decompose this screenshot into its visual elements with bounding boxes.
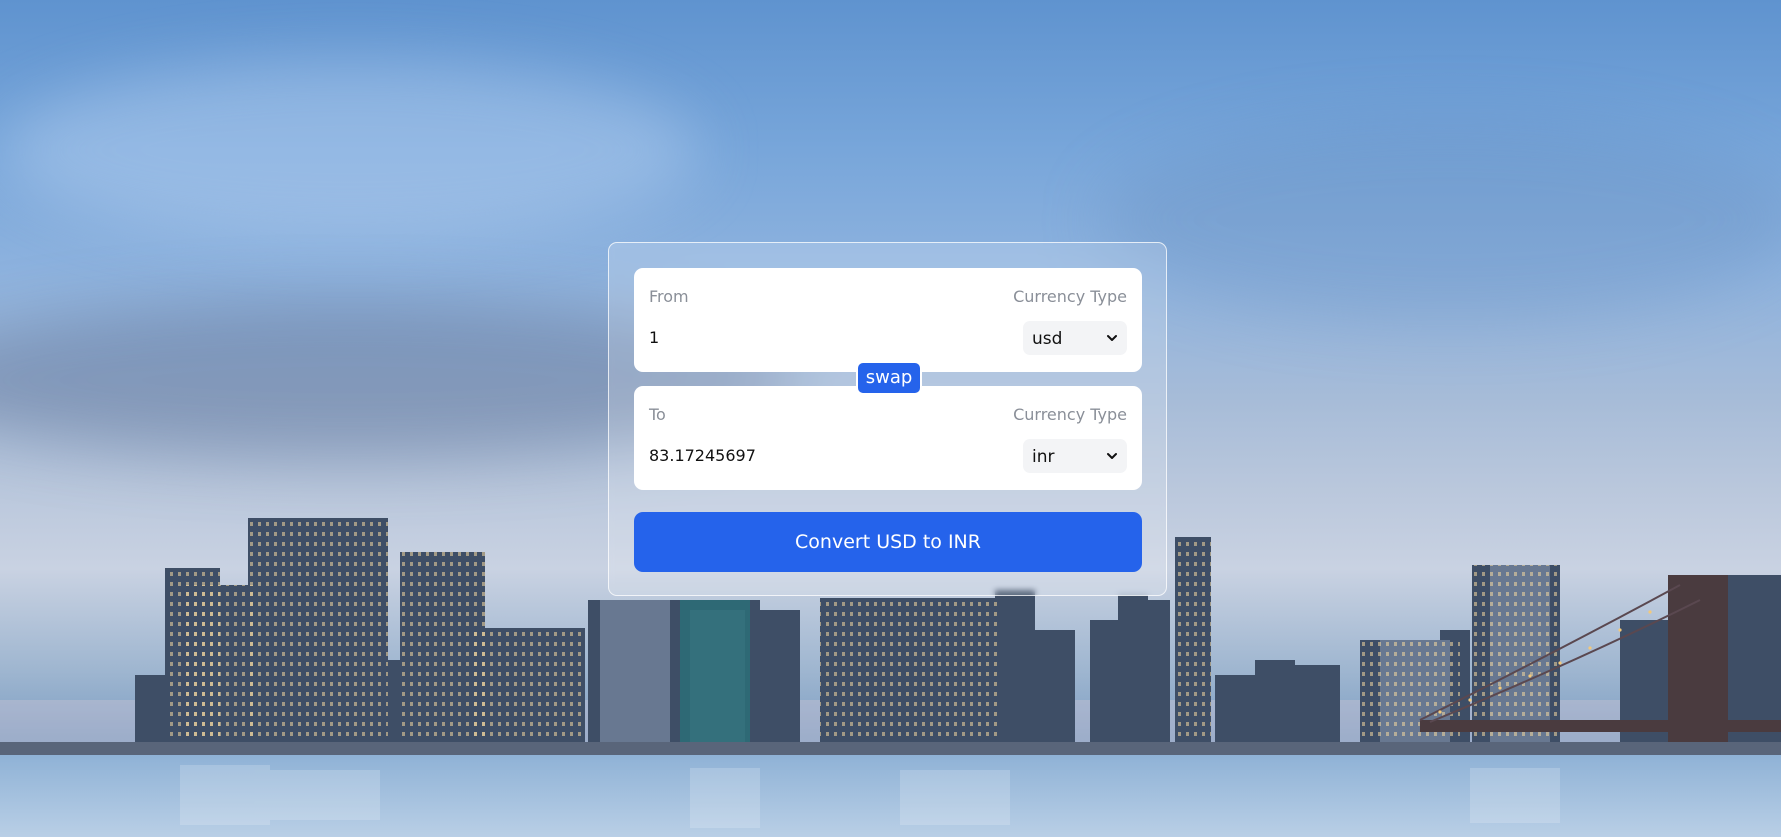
from-amount-input[interactable]: 1: [649, 328, 659, 347]
from-panel: From Currency Type 1 usd: [634, 268, 1142, 372]
from-currency-type-label: Currency Type: [1013, 287, 1127, 306]
chevron-down-icon: [1107, 453, 1117, 459]
to-currency-select[interactable]: inr: [1023, 439, 1127, 473]
to-currency-value: inr: [1032, 447, 1055, 467]
to-amount-field[interactable]: 83.17245697: [649, 446, 756, 465]
to-label: To: [649, 405, 666, 424]
chevron-down-icon: [1107, 335, 1117, 341]
to-panel: To Currency Type 83.17245697 inr: [634, 386, 1142, 490]
to-currency-type-label: Currency Type: [1013, 405, 1127, 424]
from-currency-value: usd: [1032, 329, 1063, 349]
from-label: From: [649, 287, 689, 306]
convert-button[interactable]: Convert USD to INR: [634, 512, 1142, 572]
converter-card: From Currency Type 1 usd To Currency Typ…: [608, 242, 1167, 596]
swap-button[interactable]: swap: [856, 361, 922, 395]
from-currency-select[interactable]: usd: [1023, 321, 1127, 355]
